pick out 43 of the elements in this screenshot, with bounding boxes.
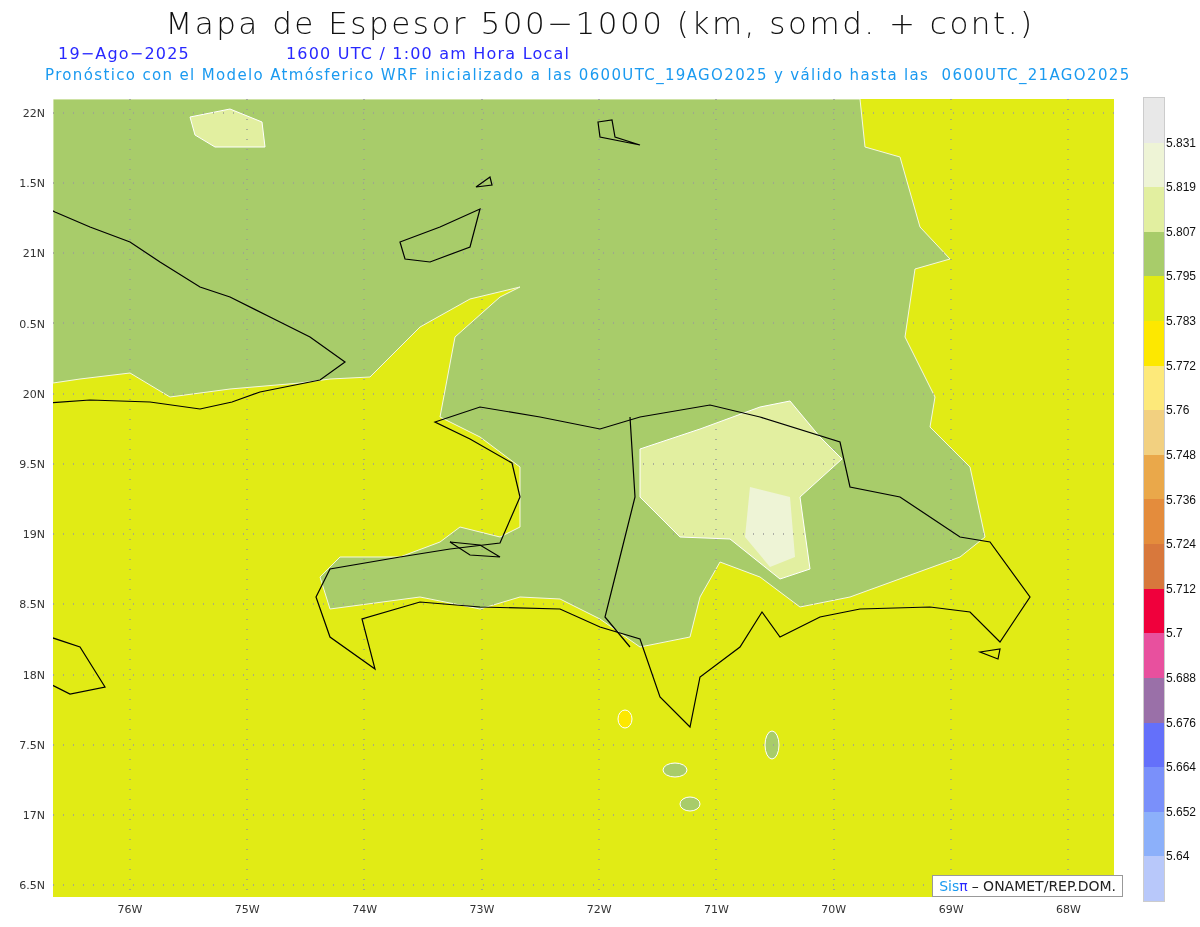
longitude-label: 73W: [469, 903, 495, 916]
latitude-label: 18N: [22, 668, 45, 682]
latitude-label: 21N: [22, 246, 45, 260]
longitude-label: 68W: [1055, 903, 1081, 916]
legend-label: 5.664: [1166, 760, 1197, 775]
legend-label: 5.676: [1166, 715, 1197, 730]
legend-label: 5.831: [1166, 135, 1197, 150]
legend-label: 5.795: [1166, 269, 1197, 284]
latitude-label: 0.5N: [19, 317, 45, 331]
legend-label: 5.712: [1166, 581, 1197, 596]
forecast-date: 19−Ago−2025: [58, 43, 190, 63]
legend-label: 5.652: [1166, 804, 1197, 819]
legend-label: 5.76: [1166, 403, 1190, 418]
legend-label: 5.748: [1166, 447, 1197, 462]
latitude-label: 17N: [22, 808, 45, 822]
longitude-label: 75W: [234, 903, 260, 916]
legend-label: 5.688: [1166, 670, 1197, 685]
latitude-label: 1.5N: [19, 176, 45, 190]
latitude-label: 19N: [22, 527, 45, 541]
legend-label: 5.736: [1166, 492, 1197, 507]
longitude-label: 71W: [704, 903, 729, 916]
longitude-label: 69W: [938, 903, 964, 916]
latitude-label: 9.5N: [19, 457, 45, 471]
model-description: Pronóstico con el Modelo Atmósferico WRF inicializado a las 0600UTC_19AGO2025 y válido hasta las 0600UTC_21AGO2025: [44, 65, 1132, 86]
credit-label: Sisπ – ONAMET/REP.DOM.: [932, 875, 1123, 897]
map-title: Mapa de Espesor 500−1000 (km, somd. + cont.): [164, 4, 1036, 42]
latitude-label: 8.5N: [19, 597, 45, 611]
legend-label: 5.772: [1166, 358, 1197, 373]
legend-label: 5.64: [1166, 849, 1190, 864]
legend-label: 5.783: [1166, 314, 1197, 329]
longitude-label: 72W: [586, 903, 612, 916]
longitude-label: 70W: [821, 903, 847, 916]
legend-label: 5.819: [1166, 180, 1197, 195]
forecast-time: 1600 UTC / 1:00 am Hora Local: [286, 43, 571, 63]
legend-label: 5.7: [1166, 626, 1183, 641]
latitude-label: 20N: [22, 387, 45, 401]
legend-label: 5.807: [1166, 224, 1197, 239]
latitude-label: 6.5N: [19, 878, 45, 892]
legend-label: 5.724: [1166, 537, 1197, 552]
latitude-label: 7.5N: [19, 738, 45, 752]
longitude-label: 74W: [352, 903, 378, 916]
longitude-label: 76W: [117, 903, 143, 916]
latitude-label: 22N: [22, 106, 45, 120]
